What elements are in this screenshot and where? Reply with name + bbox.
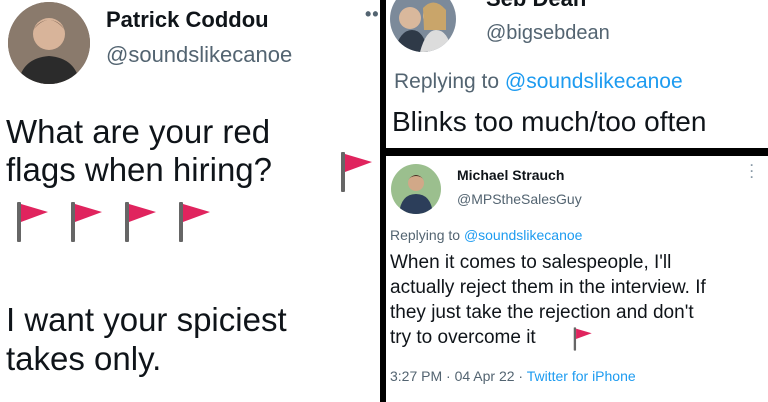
reply-tweet-michael: Michael Strauch @MPStheSalesGuy · · · Repl… bbox=[386, 156, 768, 402]
tweet-line: What are your red bbox=[6, 113, 271, 150]
vertical-dots-icon[interactable]: · · · bbox=[750, 159, 755, 183]
red-flag-icon bbox=[125, 202, 156, 242]
red-flag-icon bbox=[573, 327, 592, 351]
red-flag-icon bbox=[17, 202, 48, 242]
tweet-meta: 3:27 PM · 04 Apr 22 · Twitter for iPhone bbox=[390, 368, 636, 384]
mention-link[interactable]: @soundslikecanoe bbox=[505, 70, 683, 93]
author-name[interactable]: Patrick Coddou bbox=[106, 7, 269, 33]
avatar[interactable] bbox=[390, 0, 456, 52]
more-icon[interactable]: •• bbox=[365, 4, 380, 25]
avatar-photo bbox=[391, 164, 441, 214]
replying-to: Replying to @soundslikecanoe bbox=[390, 227, 583, 243]
avatar-photo bbox=[390, 0, 456, 52]
tweet-line: flags when hiring? bbox=[6, 151, 272, 189]
tweet-text: flags when hiring? bbox=[6, 151, 272, 188]
timestamp[interactable]: 3:27 PM · 04 Apr 22 · bbox=[390, 368, 527, 384]
tweet-text: Blinks too much/too often bbox=[392, 106, 707, 137]
tweet-line: I want your spiciest bbox=[6, 301, 287, 338]
reply-tweet-seb: Seb Dean @bigsebdean Replying to @sounds… bbox=[386, 0, 768, 148]
author-handle[interactable]: @MPStheSalesGuy bbox=[457, 191, 582, 207]
red-flag-icon bbox=[179, 202, 210, 242]
main-tweet: Patrick Coddou @soundslikecanoe •• What … bbox=[0, 0, 380, 402]
tweet-line: try to overcome it bbox=[390, 327, 536, 348]
author-name[interactable]: Michael Strauch bbox=[457, 167, 564, 183]
author-handle[interactable]: @bigsebdean bbox=[486, 22, 610, 45]
avatar[interactable] bbox=[391, 164, 441, 214]
tweet-line: they just take the rejection and don't bbox=[390, 302, 694, 323]
author-handle[interactable]: @soundslikecanoe bbox=[106, 42, 292, 68]
avatar-photo bbox=[8, 2, 90, 84]
red-flag-icon bbox=[71, 202, 102, 242]
author-name[interactable]: Seb Dean bbox=[486, 0, 586, 12]
avatar[interactable] bbox=[8, 2, 90, 84]
replying-to: Replying to @soundslikecanoe bbox=[394, 70, 683, 93]
source-link[interactable]: Twitter for iPhone bbox=[527, 368, 636, 384]
red-flag-icon bbox=[341, 152, 372, 192]
tweet-line: actually reject them in the interview. I… bbox=[390, 277, 706, 298]
mention-link[interactable]: @soundslikecanoe bbox=[464, 227, 583, 243]
tweet-line: When it comes to salespeople, I'll bbox=[390, 252, 672, 273]
tweet-line: takes only. bbox=[6, 340, 162, 377]
